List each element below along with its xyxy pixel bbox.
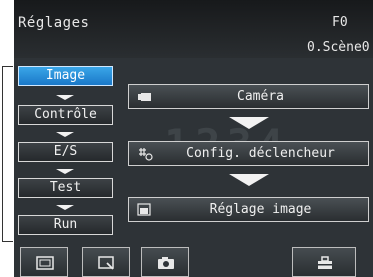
display-frame-button[interactable] [20, 247, 68, 277]
menu-item-run[interactable]: Run [18, 215, 113, 235]
camera-button[interactable]: Caméra [128, 84, 369, 109]
menu-arrow-icon [56, 169, 74, 174]
zoom-window-icon [98, 256, 114, 270]
function-indicator: F0 [332, 15, 348, 30]
menu-item-label: Test [49, 180, 82, 195]
menu-item-label: Image [45, 68, 86, 83]
page-title: Réglages [18, 15, 90, 31]
image-adjust-button-label: Réglage image [209, 202, 312, 217]
display-frame-icon [36, 256, 54, 270]
camera-snapshot-button[interactable] [141, 247, 189, 277]
menu-arrow-icon [56, 205, 74, 210]
tools-icon [318, 256, 332, 269]
camera-icon [138, 93, 151, 101]
menu-item-label: E/S [53, 144, 78, 159]
menu-item-image[interactable]: Image [18, 66, 113, 86]
menu-arrow-icon [56, 95, 74, 100]
camera-snapshot-icon [158, 257, 174, 269]
menu-item-label: Run [53, 217, 78, 232]
camera-button-label: Caméra [237, 89, 284, 104]
image-adjust-icon [137, 203, 151, 216]
menu-arrow-icon [56, 132, 74, 137]
menu-bracket [2, 66, 13, 242]
workflow-arrow-icon [229, 117, 269, 129]
scene-indicator: 0.Scène0 [307, 40, 370, 55]
title-bar: Réglages F0 0.Scène0 [14, 0, 373, 58]
trigger-config-button-label: Config. déclencheur [186, 146, 335, 161]
workflow-arrow-icon [229, 174, 269, 186]
device-screen: Réglages F0 0.Scène0 1234 Image Contrôle… [14, 0, 373, 277]
menu-item-es[interactable]: E/S [18, 142, 113, 162]
tools-button[interactable] [292, 247, 356, 277]
menu-item-test[interactable]: Test [18, 178, 113, 198]
menu-item-label: Contrôle [34, 107, 97, 122]
image-adjust-button[interactable]: Réglage image [128, 197, 369, 222]
zoom-window-button[interactable] [82, 247, 130, 277]
trigger-icon [139, 148, 153, 161]
trigger-config-button[interactable]: Config. déclencheur [128, 141, 369, 166]
menu-item-controle[interactable]: Contrôle [18, 105, 113, 125]
